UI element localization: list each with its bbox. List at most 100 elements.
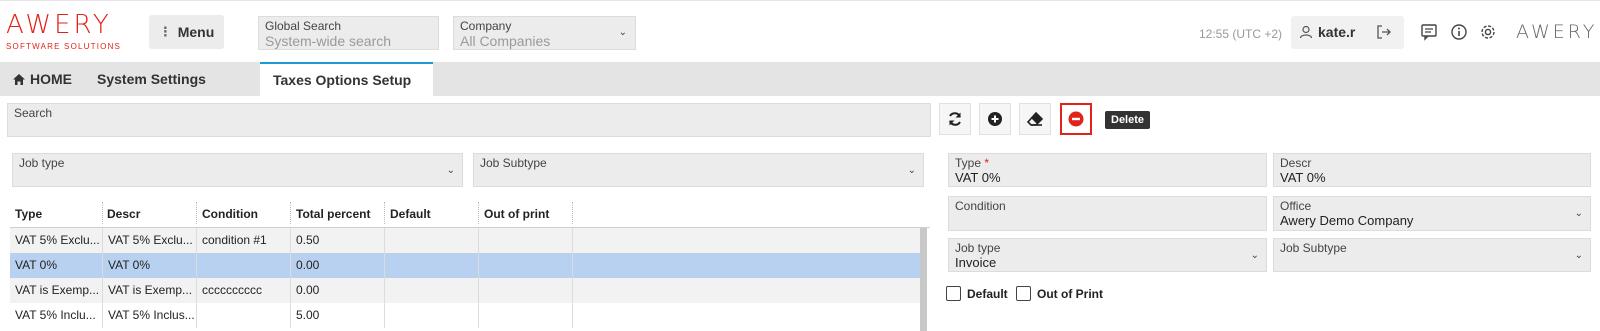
type-field[interactable]: Type * VAT 0% [948, 153, 1267, 187]
tab-system-settings[interactable]: System Settings [97, 62, 206, 96]
company-label: Company [460, 19, 512, 33]
out-of-print-checkbox[interactable]: Out of Print [1016, 286, 1103, 301]
grid-scrollbar[interactable] [920, 228, 927, 331]
job-type-select[interactable]: Job type Invoice ⌄ [948, 238, 1267, 272]
table-row-selected[interactable]: VAT 0% VAT 0% 0.00 [10, 253, 920, 278]
logout-icon[interactable] [1375, 23, 1393, 41]
default-checkbox[interactable]: Default [946, 286, 1008, 301]
table-row[interactable]: VAT 5% Inclu... VAT 5% Inclus... 5.00 [10, 303, 920, 328]
cell-out-of-print [479, 228, 573, 253]
clear-button[interactable] [1019, 103, 1051, 135]
current-time: 12:55 (UTC +2) [1199, 27, 1283, 41]
delete-button[interactable] [1060, 103, 1092, 135]
default-checkbox-label: Default [967, 286, 1008, 301]
gear-icon[interactable] [1479, 23, 1497, 41]
info-icon[interactable] [1450, 23, 1468, 41]
home-icon [13, 73, 25, 85]
column-header-type[interactable]: Type [15, 207, 42, 221]
cell-total-percent: 0.00 [291, 253, 385, 278]
column-divider[interactable] [384, 202, 385, 224]
refresh-button[interactable] [939, 103, 971, 135]
cell-total-percent: 0.50 [291, 228, 385, 253]
job-subtype-filter-label: Job Subtype [480, 156, 547, 170]
awery-logo[interactable]: AWERY SOFTWARE SOLUTIONS [6, 11, 126, 55]
job-type-value: Invoice [955, 255, 997, 270]
user-button[interactable]: kate.r [1299, 24, 1355, 40]
cell-default [385, 228, 479, 253]
office-label: Office [1280, 199, 1312, 213]
menu-label: Menu [177, 24, 215, 40]
refresh-icon [949, 112, 961, 126]
global-search-input[interactable]: Global Search System-wide search [258, 16, 439, 50]
cell-out-of-print [479, 278, 573, 303]
descr-field[interactable]: Descr VAT 0% [1273, 153, 1591, 187]
column-header-default[interactable]: Default [390, 207, 431, 221]
office-value: Awery Demo Company [1280, 213, 1414, 228]
add-button[interactable] [979, 103, 1011, 135]
table-row[interactable]: VAT is Exemp... VAT is Exemp... cccccccc… [10, 278, 920, 303]
column-divider[interactable] [478, 202, 479, 224]
required-mark: * [984, 156, 990, 170]
cell-total-percent: 0.00 [291, 278, 385, 303]
checkbox-box[interactable] [946, 286, 961, 301]
job-subtype-filter[interactable]: Job Subtype ⌄ [473, 153, 924, 187]
column-header-descr[interactable]: Descr [107, 207, 140, 221]
global-search-placeholder: System-wide search [265, 33, 392, 49]
minus-circle-icon [1068, 111, 1084, 127]
cell-descr: VAT is Exemp... [103, 278, 197, 303]
cell-type: VAT 0% [10, 253, 103, 278]
cell-default [385, 303, 479, 328]
job-subtype-label: Job Subtype [1280, 241, 1347, 255]
tab-home[interactable]: HOME [12, 62, 72, 96]
cell-condition: cccccccccc [197, 278, 291, 303]
type-label: Type * [955, 156, 990, 170]
chevron-down-icon: ⌄ [618, 27, 627, 38]
awery-logo-small[interactable]: AWERY [1516, 21, 1597, 43]
chevron-down-icon: ⌄ [1574, 250, 1583, 261]
menu-button[interactable]: ⋮ Menu [149, 15, 224, 49]
search-input[interactable]: Search [7, 103, 931, 137]
feedback-icon[interactable] [1420, 23, 1438, 41]
job-type-label: Job type [955, 241, 1001, 255]
job-type-filter-label: Job type [19, 156, 65, 170]
tab-home-label: HOME [30, 71, 72, 87]
column-divider[interactable] [290, 202, 291, 224]
username: kate.r [1318, 24, 1356, 40]
condition-field[interactable]: Condition [948, 196, 1267, 231]
checkbox-box[interactable] [1016, 286, 1031, 301]
table-row[interactable]: VAT 5% Exclu... VAT 5% Exclu... conditio… [10, 228, 920, 253]
app-header: AWERY SOFTWARE SOLUTIONS ⋮ Menu Global S… [0, 0, 1600, 61]
office-select[interactable]: Office Awery Demo Company ⌄ [1273, 196, 1591, 231]
company-select[interactable]: Company All Companies ⌄ [453, 16, 636, 50]
job-subtype-select[interactable]: Job Subtype ⌄ [1273, 238, 1591, 272]
column-divider[interactable] [102, 202, 103, 224]
column-divider[interactable] [196, 202, 197, 224]
cell-default [385, 278, 479, 303]
cell-descr: VAT 5% Inclus... [103, 303, 197, 328]
cell-condition [197, 253, 291, 278]
user-menu: kate.r [1291, 16, 1404, 49]
column-header-total-percent[interactable]: Total percent [296, 207, 370, 221]
out-of-print-checkbox-label: Out of Print [1037, 286, 1103, 301]
column-header-out-of-print[interactable]: Out of print [484, 207, 549, 221]
cell-type: VAT 5% Inclu... [10, 303, 103, 328]
column-header-condition[interactable]: Condition [202, 207, 258, 221]
cell-condition [197, 303, 291, 328]
logo-subtext: SOFTWARE SOLUTIONS [6, 42, 122, 51]
logo-text: AWERY [6, 10, 112, 40]
tab-taxes-options-setup[interactable]: Taxes Options Setup [260, 62, 433, 96]
cell-total-percent: 5.00 [291, 303, 385, 328]
kebab-icon: ⋮ [158, 24, 172, 39]
column-divider[interactable] [572, 202, 573, 224]
tab-system-settings-label: System Settings [97, 71, 206, 87]
grid-header: Type Descr Condition Total percent Defau… [10, 198, 930, 228]
job-type-filter[interactable]: Job type ⌄ [12, 153, 463, 187]
chevron-down-icon: ⌄ [446, 165, 455, 176]
cell-descr: VAT 0% [103, 253, 197, 278]
type-value: VAT 0% [955, 170, 1001, 185]
plus-circle-icon [988, 112, 1002, 126]
cell-type: VAT is Exemp... [10, 278, 103, 303]
eraser-icon [1026, 111, 1044, 126]
search-label: Search [14, 106, 53, 120]
cell-descr: VAT 5% Exclu... [103, 228, 197, 253]
